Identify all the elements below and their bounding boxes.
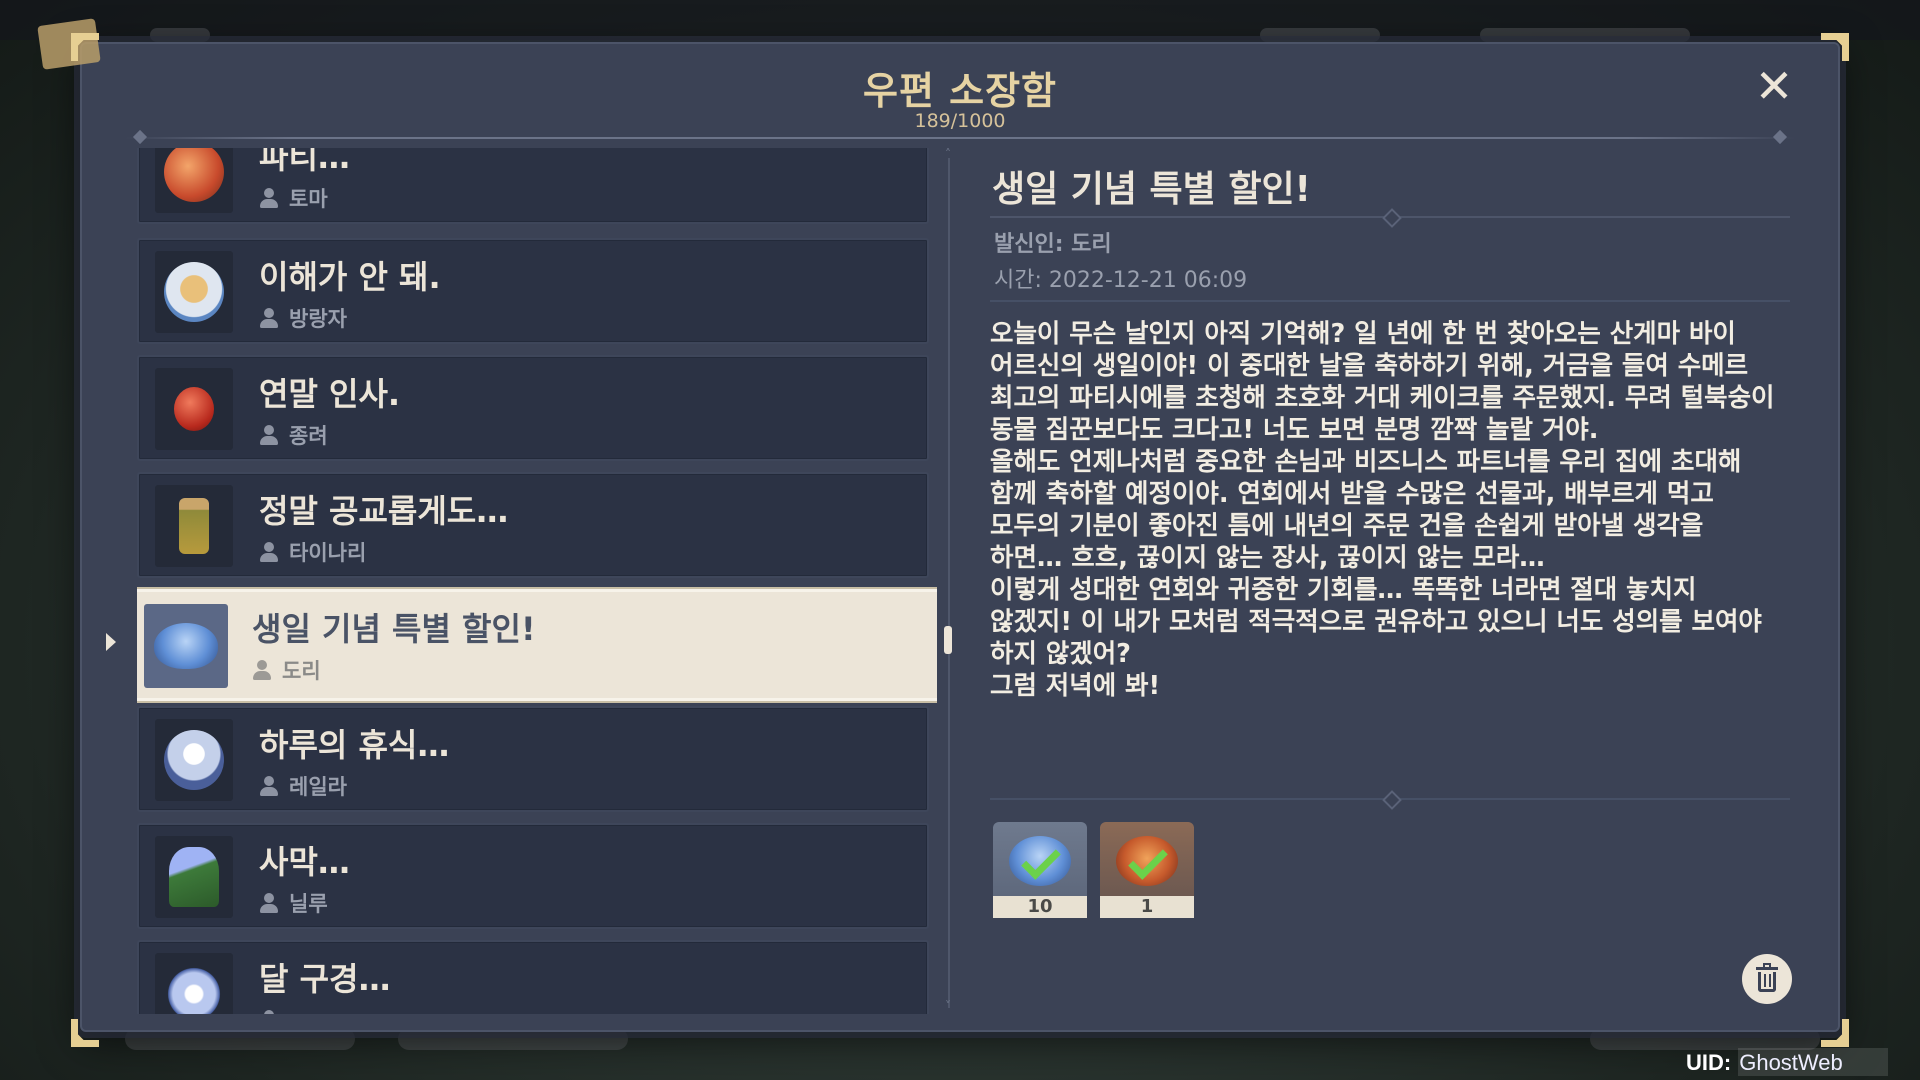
attachment-divider [990, 798, 1790, 800]
scroll-up-icon[interactable]: ˄ [942, 148, 954, 160]
mail-body-line: 이렇게 성대한 연회와 귀중한 기회를… 똑똑한 너라면 절대 놓치지 [990, 575, 1697, 605]
mushroom-icon [154, 623, 218, 669]
corner-ornament [1818, 30, 1852, 64]
mail-sender [259, 1008, 289, 1014]
mail-sender: 토마 [259, 186, 328, 211]
scroll-down-icon[interactable]: ˅ [942, 1000, 954, 1012]
uid-value: GhostWeb [1739, 1050, 1843, 1075]
delete-mail-button[interactable] [1742, 954, 1792, 1004]
mail-subject: 이해가 안 돼. [259, 258, 441, 296]
selection-arrow-icon [106, 633, 116, 651]
mail-thumbnail [155, 719, 233, 801]
mail-thumbnail [155, 953, 233, 1014]
attachment-quantity: 10 [993, 896, 1087, 918]
bottle-icon [179, 498, 209, 554]
person-icon [259, 775, 279, 797]
mail-subject: 달 구경… [259, 960, 391, 998]
mail-sender: 방랑자 [259, 306, 347, 331]
mail-sender: 닐루 [259, 891, 328, 916]
title-divider [990, 216, 1790, 218]
mail-subject: 사막… [259, 843, 350, 881]
mail-body-line: 최고의 파티시에를 초청해 초호화 거대 케이크를 주문했지. 무려 털북숭이 [990, 383, 1775, 413]
page-title: 우편 소장함 [862, 69, 1058, 113]
lily-icon [164, 964, 224, 1014]
mail-thumbnail [155, 485, 233, 567]
person-icon [259, 892, 279, 914]
mail-subject: 파티… [259, 148, 350, 176]
dessert-icon [164, 730, 224, 790]
mail-title: 생일 기념 특별 할인! [992, 169, 1311, 210]
person-icon [259, 307, 279, 329]
mail-sender: 레일라 [259, 774, 347, 799]
mail-body-line: 그럼 저녁에 봐! [990, 671, 1161, 701]
background-hud [0, 0, 1920, 42]
mail-item[interactable]: 파티… 토마 [137, 148, 929, 224]
mail-body-line: 오늘이 무슨 날인지 아직 기억해? 일 년에 한 번 찾아오는 산게마 바이 [990, 319, 1736, 349]
mail-item[interactable]: 달 구경… [137, 940, 929, 1014]
mail-subject: 생일 기념 특별 할인! [252, 610, 536, 648]
mail-body-line: 하지 않겠어? [990, 639, 1131, 669]
header-divider [125, 137, 1795, 139]
scrollbar-track[interactable] [948, 158, 950, 1008]
mail-item[interactable]: 연말 인사. 종려 [137, 355, 929, 461]
bowl-icon [164, 262, 224, 322]
attachment-item[interactable]: 1 [1100, 822, 1194, 918]
mail-thumbnail [155, 836, 233, 918]
mail-sender: 종려 [259, 423, 328, 448]
corner-ornament [1818, 1016, 1852, 1050]
mail-item[interactable]: 이해가 안 돼. 방랑자 [137, 238, 929, 344]
meta-divider [990, 300, 1790, 302]
mail-list: 파티… 토마 이해가 안 돼. 방랑자 연말 인사. 종려 정말 공교롭게도… … [137, 148, 937, 1014]
mail-sender-line: 발신인: 도리 [994, 232, 1112, 257]
mail-thumbnail [144, 604, 228, 688]
mail-thumbnail [155, 148, 233, 213]
person-icon [252, 659, 272, 681]
close-button[interactable]: ✕ [1752, 63, 1796, 109]
close-icon: ✕ [1754, 59, 1794, 113]
fruit-icon [174, 387, 214, 431]
mail-body-line: 않겠지! 이 내가 모처럼 적극적으로 권유하고 있으니 너도 성의를 보여야 [990, 607, 1762, 637]
mail-item[interactable]: 정말 공교롭게도… 타이나리 [137, 472, 929, 578]
mail-body-line: 하면… 흐흐, 끊이지 않는 장사, 끊이지 않는 모라… [990, 543, 1545, 573]
mail-sender: 타이나리 [259, 540, 366, 565]
mail-subject: 정말 공교롭게도… [259, 492, 509, 530]
mail-body-line: 올해도 언제나처럼 중요한 손님과 비즈니스 파트너를 우리 집에 초대해 [990, 447, 1742, 477]
attachment-item[interactable]: 10 [993, 822, 1087, 918]
mail-body-line: 동물 짐꾼보다도 크다고! 너도 보면 분명 깜짝 놀랄 거야. [990, 415, 1599, 445]
mail-item[interactable]: 하루의 휴식… 레일라 [137, 706, 929, 812]
mail-sender: 도리 [252, 658, 321, 683]
mail-body-line: 어르신의 생일이야! 이 중대한 날을 축하하기 위해, 거금을 들여 수메르 [990, 351, 1749, 381]
person-icon [259, 187, 279, 209]
mail-body: 오늘이 무슨 날인지 아직 기억해? 일 년에 한 번 찾아오는 산게마 바이 … [990, 318, 1790, 702]
person-icon [259, 1009, 279, 1014]
mail-thumbnail [155, 368, 233, 450]
mail-subject: 하루의 휴식… [259, 726, 450, 764]
flower-icon [169, 847, 219, 907]
attachment-quantity: 1 [1100, 896, 1194, 918]
mail-thumbnail [155, 251, 233, 333]
scrollbar-thumb[interactable] [944, 626, 952, 654]
mail-time-line: 시간: 2022-12-21 06:09 [994, 268, 1248, 293]
person-icon [259, 424, 279, 446]
uid-label: UID: GhostWeb [1686, 1050, 1843, 1075]
person-icon [259, 541, 279, 563]
corner-ornament [68, 1016, 102, 1050]
mail-body-line: 함께 축하할 예정이야. 연회에서 받을 수많은 선물과, 배부르게 먹고 [990, 479, 1714, 509]
corner-ornament [68, 30, 102, 64]
mail-item-selected[interactable]: 생일 기념 특별 할인! 도리 [137, 589, 937, 701]
dish-icon [164, 148, 224, 202]
mail-count: 189/1000 [914, 110, 1006, 132]
mail-body-line: 모두의 기분이 좋아진 틈에 내년의 주문 건을 손쉽게 받아낼 생각을 [990, 511, 1704, 541]
mail-subject: 연말 인사. [259, 375, 401, 413]
mail-item[interactable]: 사막… 닐루 [137, 823, 929, 929]
